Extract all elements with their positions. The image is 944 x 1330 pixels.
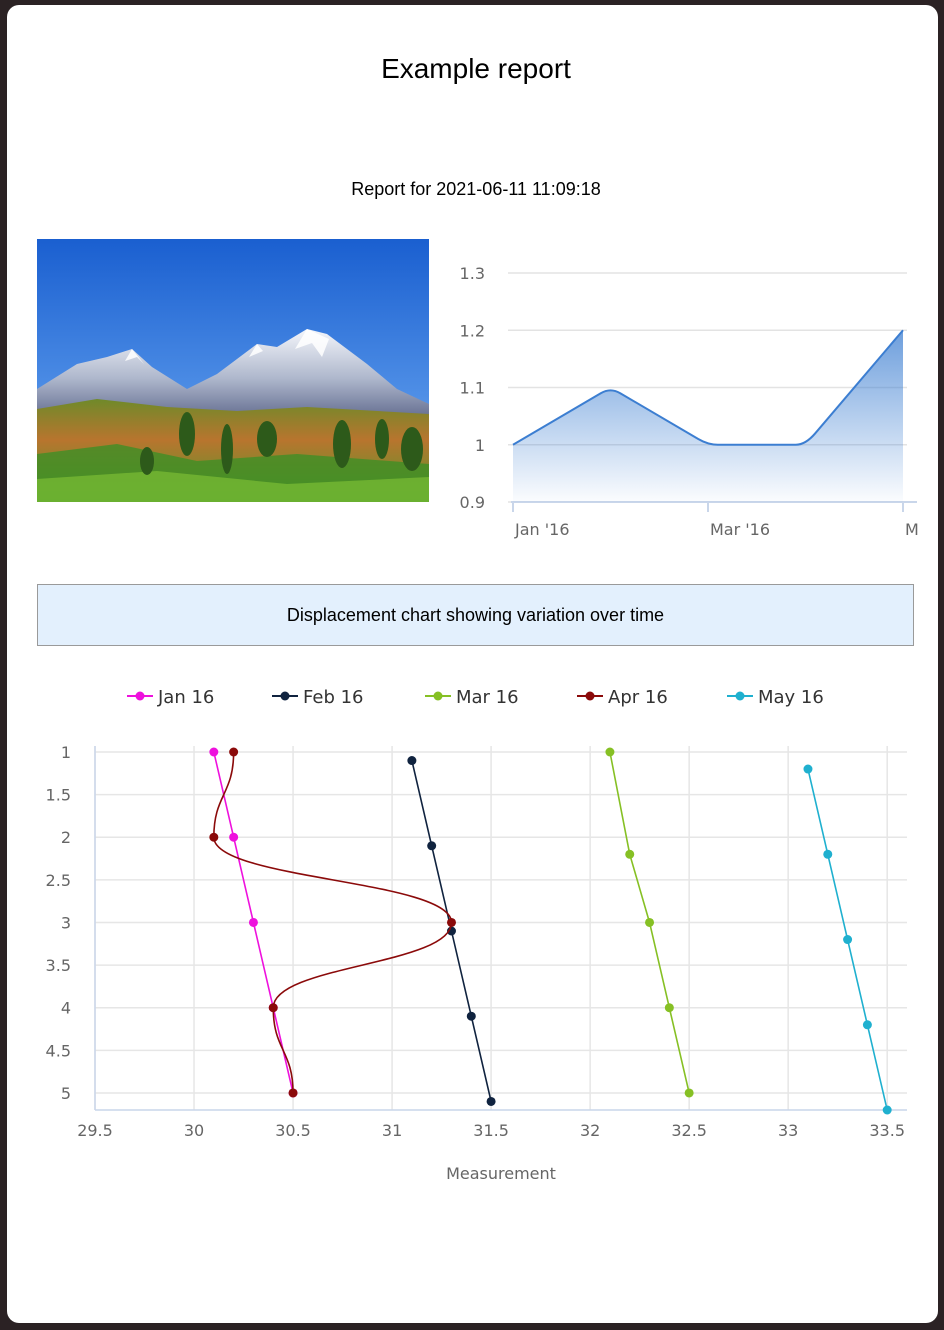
x-tick-label: 29.5 xyxy=(77,1121,113,1140)
y-tick-label: 1.1 xyxy=(460,379,485,398)
series-point xyxy=(486,1096,496,1106)
legend-item: Apr 16 xyxy=(577,687,668,708)
y-tick-label: 2 xyxy=(61,828,71,847)
x-tick-label: 31 xyxy=(382,1121,402,1140)
x-tick-label: Jan '16 xyxy=(514,520,570,539)
area-fill xyxy=(513,330,903,502)
series-point xyxy=(882,1105,892,1115)
series-point xyxy=(209,747,219,757)
displacement-chart: 29.5 30 30.5 31 31.5 32 32.5 33 33.511.522.533.5… xyxy=(46,687,907,1183)
mountain-landscape-image xyxy=(37,239,429,502)
x-tick-label: 32 xyxy=(580,1121,600,1140)
x-tick-label: 31.5 xyxy=(473,1121,509,1140)
legend-label: Feb 16 xyxy=(303,687,364,708)
y-tick-label: 5 xyxy=(61,1084,71,1103)
y-tick-label: 1 xyxy=(475,436,485,455)
legend-label: Apr 16 xyxy=(608,687,668,708)
series-point xyxy=(645,917,655,927)
series-point xyxy=(843,935,853,945)
y-tick-label: 1.2 xyxy=(460,321,485,340)
series-point xyxy=(209,832,219,842)
y-tick-label: 4 xyxy=(61,999,71,1018)
legend-item: May 16 xyxy=(727,687,824,708)
series-point xyxy=(823,849,833,859)
legend-marker xyxy=(280,691,290,701)
x-tick-label: 30.5 xyxy=(275,1121,311,1140)
series-point xyxy=(466,1011,476,1021)
series-point xyxy=(625,849,635,859)
y-tick-label: 2.5 xyxy=(46,871,71,890)
chart-banner: Displacement chart showing variation ove… xyxy=(37,584,914,646)
legend-marker xyxy=(433,691,443,701)
y-tick-label: 0.9 xyxy=(460,493,485,512)
legend-marker xyxy=(135,691,145,701)
series-point xyxy=(605,747,615,757)
x-axis-title: Measurement xyxy=(446,1164,556,1183)
legend-item: Mar 16 xyxy=(425,687,519,708)
x-tick-label: 33.5 xyxy=(869,1121,905,1140)
y-tick-label: 3 xyxy=(61,913,71,932)
series-point xyxy=(664,1003,674,1013)
x-tick-label: M xyxy=(905,520,919,539)
report-title: Example report xyxy=(381,53,571,84)
legend-marker xyxy=(585,691,595,701)
y-tick-label: 4.5 xyxy=(46,1041,71,1060)
series-point xyxy=(288,1088,298,1098)
y-tick-label: 1.3 xyxy=(460,264,485,283)
series-point xyxy=(268,1003,278,1013)
y-tick-label: 3.5 xyxy=(46,956,71,975)
x-tick-label: 30 xyxy=(184,1121,204,1140)
legend-label: May 16 xyxy=(758,687,824,708)
legend-item: Feb 16 xyxy=(272,687,364,708)
legend-item: Jan 16 xyxy=(127,687,214,708)
series-point xyxy=(229,832,239,842)
area-chart: 0.9 1 1.1 1.2 1.3 Jan '16 Mar '16 M xyxy=(460,264,919,539)
series-point xyxy=(446,917,456,927)
x-tick-label: Mar '16 xyxy=(710,520,770,539)
series-point xyxy=(248,917,258,927)
series-point xyxy=(862,1020,872,1030)
y-tick-label: 1 xyxy=(61,743,71,762)
report-page: Example report Report for 2021-06-11 11:… xyxy=(7,5,938,1323)
series-point xyxy=(229,747,239,757)
series-point xyxy=(427,841,437,851)
series-point xyxy=(407,756,417,766)
legend-label: Mar 16 xyxy=(456,687,519,708)
report-subtitle: Report for 2021-06-11 11:09:18 xyxy=(351,179,601,199)
y-tick-label: 1.5 xyxy=(46,786,71,805)
series-point xyxy=(684,1088,694,1098)
series-point xyxy=(803,764,813,774)
x-tick-label: 33 xyxy=(778,1121,798,1140)
legend-label: Jan 16 xyxy=(157,687,214,708)
x-tick-label: 32.5 xyxy=(671,1121,707,1140)
legend-marker xyxy=(735,691,745,701)
